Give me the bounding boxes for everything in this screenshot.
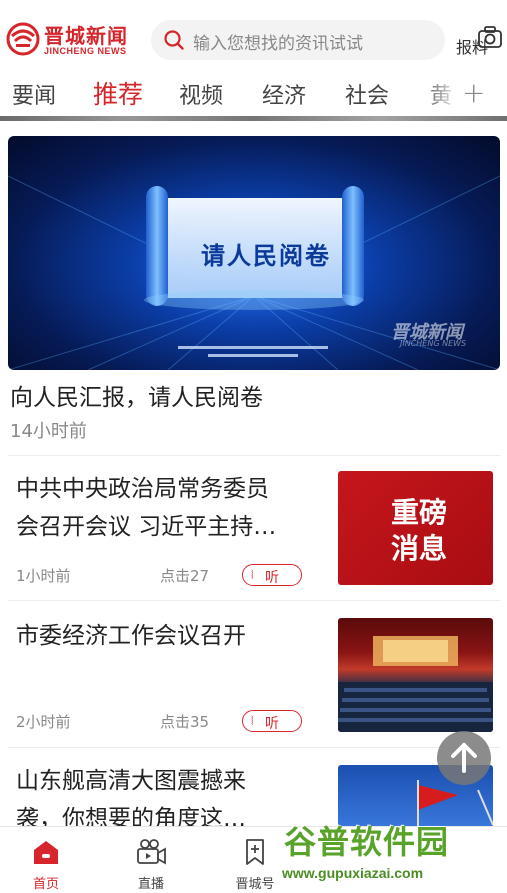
divider [8, 455, 500, 456]
tab-shipin[interactable]: 视频 [179, 78, 223, 110]
banner-title: 请人民阅卷 [201, 242, 331, 270]
tab-live[interactable]: 直播 [116, 833, 186, 892]
article-clicks: 点击27 [160, 567, 210, 585]
tab-home-label: 首页 [32, 877, 59, 892]
tabs-fade [420, 74, 460, 118]
tab-home[interactable]: 首页 [11, 833, 81, 892]
listen-label: 听 [265, 716, 279, 732]
watermark-url: www.gupuxiazai.com [282, 865, 424, 881]
audio-wave-icon: ⦚ [251, 714, 254, 728]
search-icon [164, 30, 184, 50]
home-icon [34, 841, 58, 864]
hero-timestamp: 14小时前 [10, 421, 87, 442]
app-logo[interactable]: 晋城新闻 JINCHENG NEWS [6, 18, 136, 62]
hero-banner[interactable]: 请人民阅卷 晋城新闻 JINCHENG NEWS [8, 136, 500, 370]
article-title-line: 中共中央政治局常务委员 [16, 476, 269, 502]
watermark-text: 谷普软件园 [284, 823, 450, 861]
bookmark-icon [246, 839, 264, 865]
nav-divider-strip [0, 116, 507, 121]
article-time: 1小时前 [16, 567, 71, 585]
article-title-line: 会召开会议 习近平主持… [16, 514, 277, 540]
article-time: 2小时前 [16, 713, 71, 731]
report-button[interactable]: 报料 [454, 22, 504, 62]
listen-button[interactable]: ⦚ 听 [242, 564, 302, 586]
arrow-up-icon [451, 743, 477, 773]
audio-wave-icon: ⦚ [251, 568, 254, 582]
article-title-line: 市委经济工作会议召开 [16, 623, 246, 649]
tab-live-label: 直播 [137, 877, 164, 892]
divider [8, 747, 500, 748]
tab-tuijian[interactable]: 推荐 [93, 75, 143, 111]
article-thumbnail [338, 618, 493, 732]
listen-label: 听 [265, 570, 279, 586]
logo-subtext: JINCHENG NEWS [44, 46, 127, 56]
logo-text: 晋城新闻 [44, 24, 128, 48]
tab-yaowen[interactable]: 要闻 [12, 78, 56, 110]
app-header: 晋城新闻 JINCHENG NEWS 输入您想找的资讯试试 报料 [0, 0, 507, 74]
site-watermark: 谷普软件园 www.gupuxiazai.com [278, 813, 507, 893]
back-to-top-button[interactable] [437, 731, 491, 785]
search-placeholder: 输入您想找的资讯试试 [193, 34, 363, 54]
channel-tabs: 要闻 推荐 视频 经济 社会 黄 + [0, 74, 507, 118]
listen-button[interactable]: ⦚ 听 [242, 710, 302, 732]
logo-mark-icon [6, 22, 40, 56]
live-camera-icon [137, 839, 166, 865]
banner-watermark-en: JINCHENG NEWS [400, 339, 467, 348]
tab-shehui[interactable]: 社会 [345, 78, 389, 110]
article-thumbnail: 重磅消息 [338, 471, 493, 585]
divider [8, 600, 500, 601]
camera-icon [478, 26, 502, 48]
hall-photo [338, 636, 493, 732]
search-input[interactable]: 输入您想找的资讯试试 [151, 20, 445, 60]
hero-headline[interactable]: 向人民汇报，请人民阅卷 [10, 378, 263, 412]
article-title-line: 山东舰高清大图震撼来 [16, 768, 246, 794]
article-clicks: 点击35 [160, 713, 210, 731]
thumbnail-text: 重磅消息 [390, 496, 447, 565]
add-channel-button[interactable]: + [462, 76, 485, 109]
tab-jingji[interactable]: 经济 [262, 78, 306, 110]
